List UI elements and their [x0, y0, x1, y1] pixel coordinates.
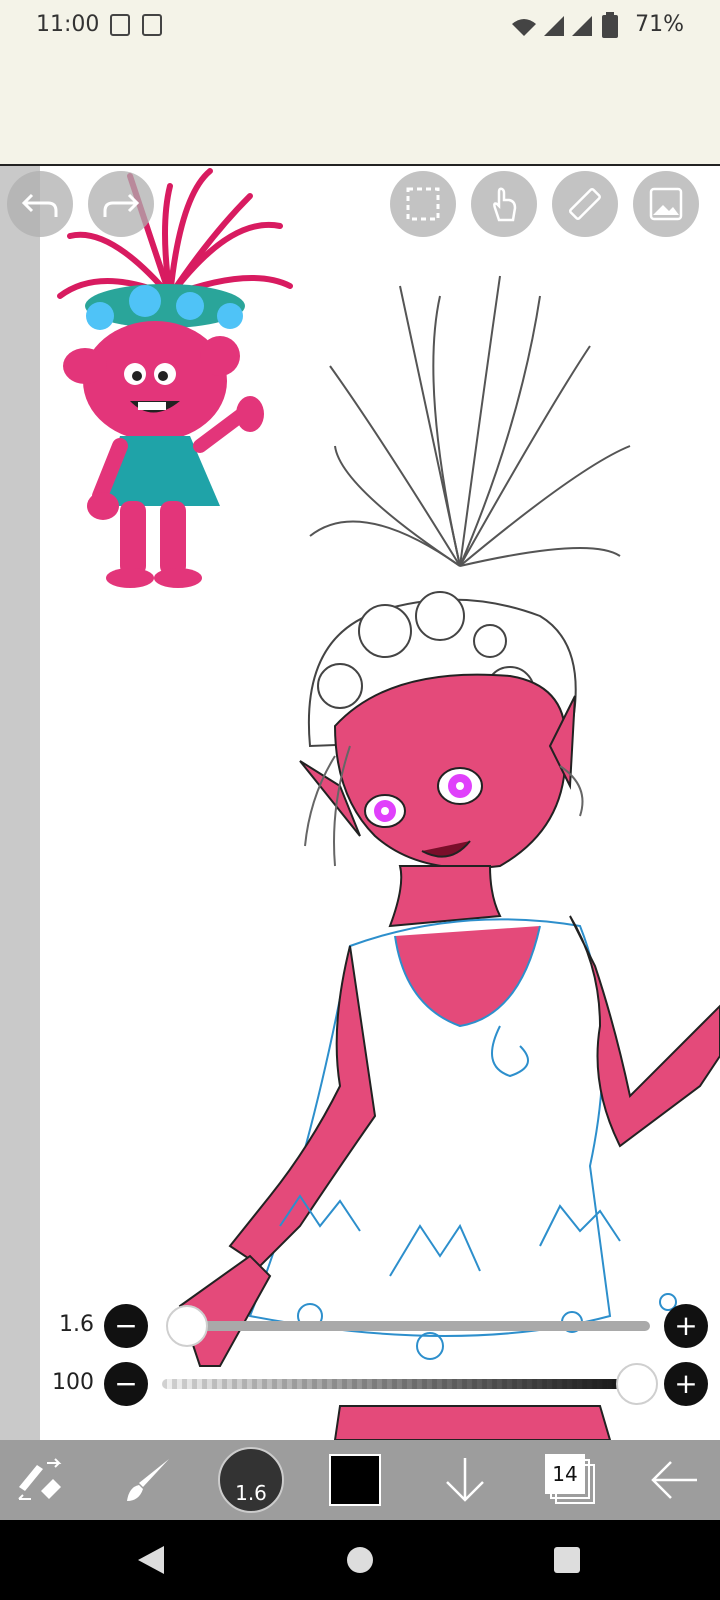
arrow-left-icon — [651, 1461, 697, 1499]
shop-notification-icon — [110, 14, 130, 36]
selection-button[interactable] — [390, 171, 456, 237]
nav-home-icon[interactable] — [346, 1546, 374, 1574]
current-color-swatch — [329, 1454, 381, 1506]
undo-icon — [22, 193, 58, 217]
brush-size-preview: 1.6 — [218, 1447, 284, 1513]
layer-count: 14 — [545, 1454, 585, 1494]
brush-size-decrease-button[interactable]: − — [104, 1304, 148, 1348]
ruler-button[interactable] — [552, 171, 618, 237]
brush-size-increase-button[interactable]: + — [664, 1304, 708, 1348]
battery-percent: 71% — [635, 12, 684, 37]
layers-button[interactable]: 14 — [536, 1440, 606, 1520]
layers-icon: 14 — [545, 1454, 597, 1506]
wifi-icon — [512, 19, 536, 36]
star-notification-icon — [142, 14, 162, 36]
cell-signal-icon — [544, 16, 564, 36]
status-time: 11:00 — [36, 12, 100, 37]
canvas-edge-strip — [0, 166, 40, 1440]
back-button[interactable] — [634, 1440, 714, 1520]
nav-recents-icon[interactable] — [553, 1546, 581, 1574]
opacity-decrease-button[interactable]: − — [104, 1362, 148, 1406]
opacity-value: 100 — [52, 1370, 94, 1395]
brush-tool-button[interactable] — [108, 1440, 188, 1520]
brush-eraser-toggle-button[interactable] — [0, 1440, 80, 1520]
signal-icons — [512, 16, 592, 36]
opacity-slider-row: 100 − + — [0, 1360, 720, 1408]
brush-size-value: 1.6 — [59, 1312, 94, 1337]
cell-signal-icon-2 — [572, 16, 592, 36]
bottom-toolbar: 1.6 14 — [0, 1440, 720, 1520]
hand-tool-icon — [493, 187, 517, 222]
color-button[interactable] — [322, 1440, 388, 1520]
opacity-track[interactable] — [162, 1379, 642, 1389]
hand-tool-button[interactable] — [471, 171, 537, 237]
artwork-drawing — [178, 275, 720, 1440]
arrow-down-icon — [446, 1458, 484, 1502]
ruler-icon — [569, 188, 601, 220]
download-button[interactable] — [430, 1440, 500, 1520]
brush-eraser-swap-icon — [18, 1458, 62, 1500]
brush-size-preview-button[interactable]: 1.6 — [214, 1440, 288, 1520]
drawing-canvas[interactable]: 1.6 − + 100 − + — [0, 166, 720, 1440]
undo-button[interactable] — [7, 171, 73, 237]
battery-icon — [602, 12, 618, 38]
material-button[interactable] — [633, 171, 699, 237]
nav-back-icon[interactable] — [136, 1544, 166, 1576]
brush-size-thumb[interactable] — [166, 1305, 208, 1347]
brush-size-slider-row: 1.6 − + — [0, 1302, 720, 1350]
redo-icon — [103, 193, 139, 217]
status-bar: 11:00 71% — [0, 0, 720, 166]
system-navigation-bar — [0, 1520, 720, 1600]
brush-icon — [127, 1459, 169, 1501]
brush-size-preview-label: 1.6 — [235, 1481, 267, 1505]
opacity-thumb[interactable] — [616, 1363, 658, 1405]
redo-button[interactable] — [88, 171, 154, 237]
selection-icon — [406, 187, 440, 221]
brush-size-track[interactable] — [186, 1321, 650, 1331]
opacity-increase-button[interactable]: + — [664, 1362, 708, 1406]
image-icon — [649, 187, 683, 221]
